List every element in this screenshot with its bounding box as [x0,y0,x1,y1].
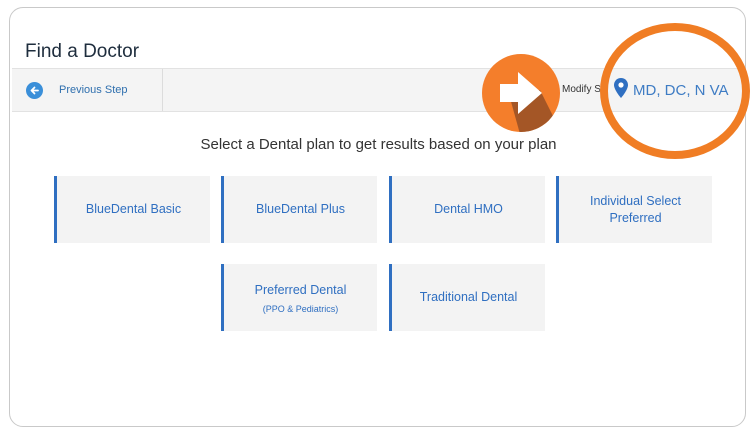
previous-step-button[interactable]: Previous Step [12,69,163,111]
plan-bluedental-plus-button[interactable]: BlueDental Plus [221,176,377,243]
plan-traditional-dental-button[interactable]: Traditional Dental [389,264,545,331]
plan-name: Dental HMO [434,202,503,216]
highlight-circle [600,23,750,159]
plan-bluedental-basic-button[interactable]: BlueDental Basic [54,176,210,243]
previous-step-label: Previous Step [59,84,128,96]
plan-name: Individual Select Preferred [589,193,682,225]
plan-dental-hmo-button[interactable]: Dental HMO [389,176,545,243]
plan-name: Preferred Dental [254,282,347,297]
play-icon [482,54,560,132]
plan-name: BlueDental Plus [256,202,345,216]
arrow-left-circle-icon [26,81,43,99]
plan-preferred-dental-button[interactable]: Preferred Dental (PPO & Pediatrics) [221,264,377,331]
plan-subtitle: (PPO & Pediatrics) [262,303,339,314]
plan-name: BlueDental Basic [85,202,182,216]
plan-name: Traditional Dental [419,290,518,304]
play-video-button[interactable] [480,52,562,134]
page-title: Find a Doctor [25,41,140,62]
plan-individual-select-preferred-button[interactable]: Individual Select Preferred [556,176,712,243]
